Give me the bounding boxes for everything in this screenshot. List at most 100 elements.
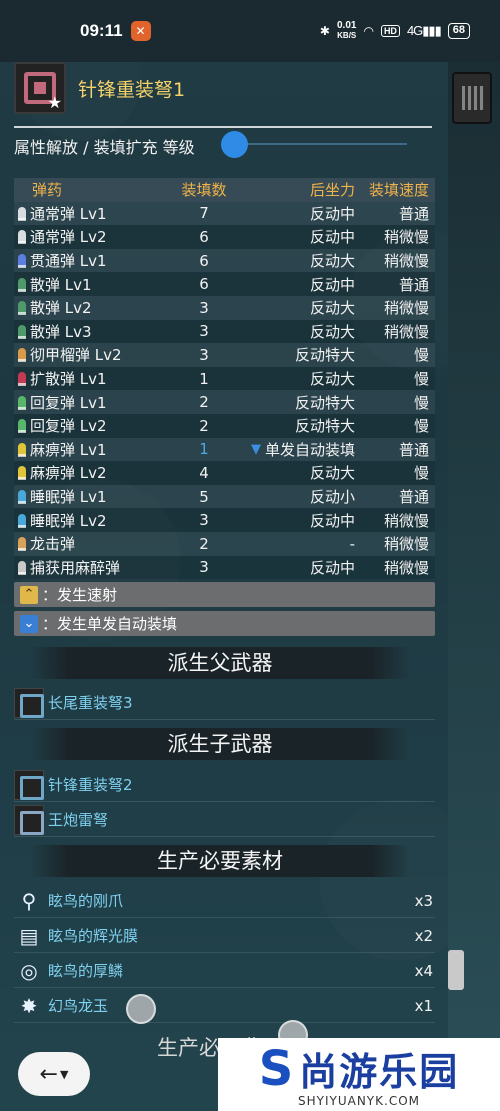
ammo-name-cell: 捕获用麻醉弹 (14, 557, 169, 578)
floating-touch-dot[interactable] (126, 994, 156, 1024)
parent-weapon-item[interactable]: 长尾重装弩3 (14, 686, 435, 720)
ammo-capacity: 3 (199, 345, 209, 364)
ammo-name: 睡眠弹 Lv1 (30, 488, 107, 507)
ammo-bullet-icon (18, 537, 26, 552)
ammo-name: 通常弹 Lv1 (30, 204, 107, 223)
child-weapon-link[interactable]: 王炮雷弩 (48, 809, 108, 830)
star-icon: ★ (47, 93, 62, 112)
ammo-bullet-icon (18, 419, 26, 434)
ammo-recoil: 反动特大 (294, 393, 355, 412)
material-item[interactable]: ✸ 幻鸟龙玉 x1 (14, 989, 435, 1023)
ammo-capacity: 2 (199, 393, 209, 412)
heavy-bowgun-icon (14, 804, 44, 835)
ammo-row: 通常弹 Lv1 7 反动中 普通 (14, 201, 435, 226)
ammo-name: 麻痹弹 Lv1 (30, 440, 107, 459)
ammo-capacity: 2 (199, 416, 209, 435)
ammo-recoil: 反动大 (309, 299, 355, 318)
ammo-recoil: ▼ 单发自动装填 (250, 440, 355, 459)
ammo-recoil: 反动中 (309, 275, 355, 294)
ammo-name-cell: 彻甲榴弹 Lv2 (14, 344, 169, 365)
background-app-strip (448, 50, 500, 1050)
ammo-name-cell: 散弹 Lv1 (14, 274, 169, 295)
ammo-bullet-icon (18, 513, 26, 528)
ammo-name-cell: 贯通弹 Lv1 (14, 250, 169, 271)
ammo-capacity: 3 (199, 558, 209, 577)
scale-icon: ◎ (20, 958, 38, 983)
ammo-row: 回复弹 Lv2 2 反动特大 慢 (14, 413, 435, 438)
status-indicators: ✱ 0.01 KB/S ◠ HD 4G▮▮▮ 68 (320, 21, 470, 41)
ammo-name: 麻痹弹 Lv2 (30, 464, 107, 483)
ammo-recoil: - (349, 534, 355, 553)
ammo-reload-speed: 慢 (413, 417, 429, 436)
ammo-name: 彻甲榴弹 Lv2 (30, 346, 122, 365)
ammo-name-cell: 散弹 Lv2 (14, 297, 169, 318)
ammo-reload-speed: 慢 (413, 393, 429, 412)
level-slider-track[interactable] (222, 143, 407, 145)
ammo-name-cell: 回复弹 Lv1 (14, 392, 169, 413)
material-qty: x2 (414, 926, 433, 945)
ammo-name: 通常弹 Lv2 (30, 228, 107, 247)
gem-icon: ✸ (20, 993, 38, 1018)
ammo-recoil: 反动中 (309, 228, 355, 247)
ammo-capacity: 7 (199, 204, 209, 223)
ammo-reload-speed: 慢 (413, 464, 429, 483)
ammo-name: 散弹 Lv2 (30, 299, 92, 318)
child-weapon-item[interactable]: 王炮雷弩 (14, 803, 435, 837)
side-handle[interactable] (448, 950, 464, 990)
ammo-reload-speed: 稍微慢 (383, 535, 429, 554)
back-button[interactable]: ← ▼ (18, 1052, 90, 1096)
ammo-recoil: 反动小 (309, 488, 355, 507)
status-bar: 09:11 ✕ ✱ 0.01 KB/S ◠ HD 4G▮▮▮ 68 (0, 0, 500, 62)
ammo-bullet-icon (18, 254, 26, 269)
legend-auto-reload-text: ：发生单发自动装填 (42, 615, 178, 633)
material-name[interactable]: 眩鸟的厚鳞 (48, 960, 123, 981)
ammo-capacity: 6 (199, 227, 209, 246)
material-name[interactable]: 眩鸟的刚爪 (48, 890, 123, 911)
ammo-reload-speed: 稍微慢 (383, 322, 429, 341)
ammo-reload-speed: 稍微慢 (383, 558, 429, 577)
material-name[interactable]: 眩鸟的辉光膜 (48, 925, 138, 946)
child-weapon-link[interactable]: 针锋重装弩2 (48, 774, 133, 795)
auto-reload-icon: ▼ (250, 441, 261, 457)
ammo-bullet-icon (18, 560, 26, 575)
ammo-bullet-icon (18, 348, 26, 363)
ammo-recoil: 反动特大 (294, 417, 355, 436)
watermark-brand: 尚游乐园 (299, 1050, 460, 1094)
ammo-name: 回复弹 Lv2 (30, 417, 107, 436)
material-name[interactable]: 幻鸟龙玉 (48, 995, 108, 1016)
ammo-reload-speed: 普通 (398, 204, 429, 223)
legend-rapid-fire-text: ：发生速射 (42, 586, 118, 604)
ammo-recoil: 反动中 (309, 204, 355, 223)
chevron-down-icon: ▼ (59, 1067, 69, 1081)
material-item[interactable]: ◎ 眩鸟的厚鳞 x4 (14, 954, 435, 988)
watermark-url: SHYIYUANYK.COM (298, 1094, 420, 1108)
claw-icon: ⚲ (21, 888, 37, 913)
battery-indicator: 68 (447, 23, 470, 39)
ammo-recoil: 反动大 (309, 252, 355, 271)
ammo-bullet-icon (18, 206, 26, 221)
heavy-bowgun-icon (14, 687, 44, 718)
material-qty: x1 (414, 996, 433, 1015)
child-weapon-item[interactable]: 针锋重装弩2 (14, 768, 435, 802)
ammo-recoil: 反动大 (309, 370, 355, 389)
ammo-name: 龙击弹 (30, 535, 76, 554)
ammo-reload-speed: 稍微慢 (383, 252, 429, 271)
rapid-fire-icon: ⌃ (20, 585, 38, 604)
hd-badge: HD (380, 25, 400, 37)
ammo-name: 贯通弹 Lv1 (30, 252, 107, 271)
watermark-logo-icon: S (258, 1040, 294, 1097)
level-slider-thumb[interactable] (221, 131, 248, 158)
material-item[interactable]: ⚲ 眩鸟的刚爪 x3 (14, 884, 435, 918)
ammo-row: 回复弹 Lv1 2 反动特大 慢 (14, 390, 435, 414)
ammo-bullet-icon (18, 490, 26, 505)
ammo-row: 通常弹 Lv2 6 反动中 稍微慢 (14, 225, 435, 249)
ammo-name-cell: 通常弹 Lv1 (14, 203, 169, 224)
ammo-name: 回复弹 Lv1 (30, 393, 107, 412)
weapon-header: ★ 针锋重装弩1 (14, 62, 185, 114)
membrane-icon: ▤ (19, 923, 39, 948)
header-reload: 装填速度 (368, 181, 429, 200)
auto-reload-icon: ⌄ (20, 614, 38, 633)
material-item[interactable]: ▤ 眩鸟的辉光膜 x2 (14, 919, 435, 953)
parent-weapon-link[interactable]: 长尾重装弩3 (48, 692, 133, 713)
ammo-name: 睡眠弹 Lv2 (30, 511, 107, 530)
